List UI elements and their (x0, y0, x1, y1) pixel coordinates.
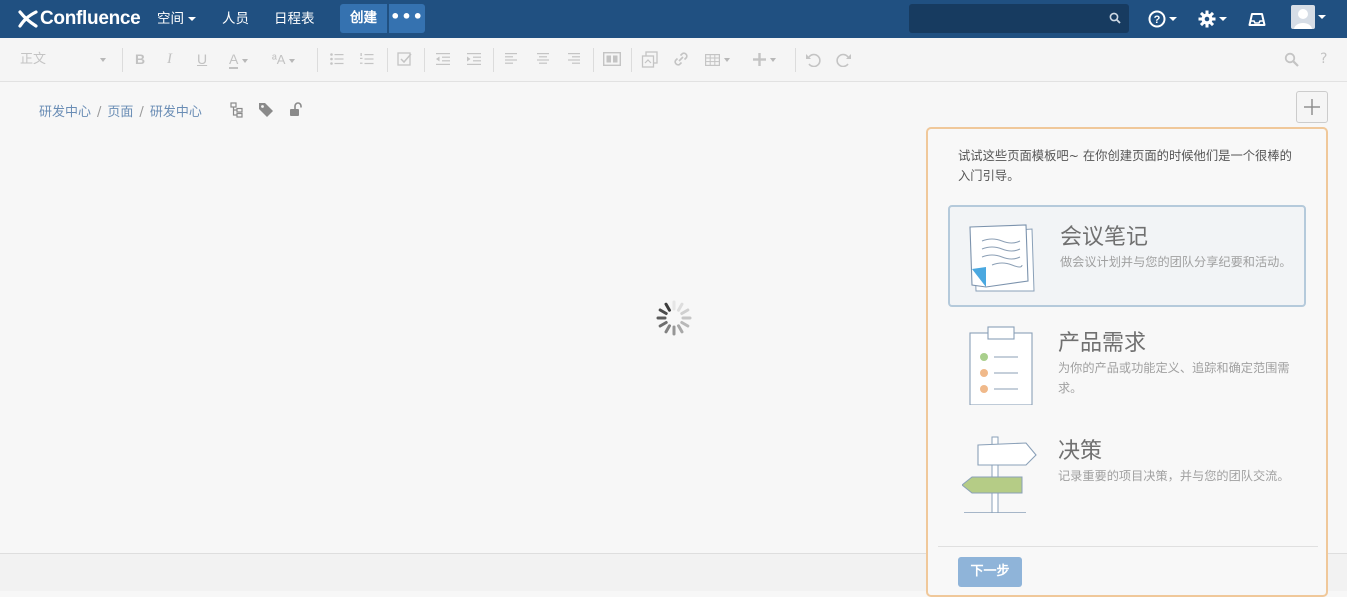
toolbar-divider (795, 48, 796, 72)
confluence-logo[interactable]: Confluence (18, 7, 141, 31)
insert-file-icon[interactable] (641, 51, 659, 68)
breadcrumb-separator: / (139, 105, 144, 120)
align-left-icon[interactable] (505, 53, 517, 64)
undo-icon[interactable] (805, 52, 821, 67)
link-icon[interactable] (672, 51, 690, 68)
toolbar-divider (631, 48, 632, 72)
table-icon (705, 53, 721, 66)
toolbar-divider (122, 48, 123, 72)
breadcrumb-parent-page[interactable]: 研发中心 (150, 105, 202, 120)
panel-intro-text: 试试这些页面模板吧~ 在你创建页面的时候他们是一个很棒的入门引导。 (958, 149, 1292, 183)
nav-calendar[interactable]: 日程表 (274, 0, 315, 38)
search-icon (1109, 12, 1121, 24)
template-title: 决策 (1058, 439, 1103, 464)
plus-icon (753, 53, 766, 66)
redo-icon[interactable] (836, 52, 852, 67)
italic-icon: I (167, 51, 172, 67)
breadcrumb: 研发中心 / 页面 / 研发中心 (39, 101, 202, 120)
gear-icon (1198, 10, 1216, 28)
chevron-down-icon (289, 58, 296, 63)
bold-button[interactable]: B (135, 38, 145, 81)
template-title: 会议笔记 (1060, 225, 1149, 250)
chevron-down-icon (1219, 17, 1227, 21)
top-navigation-bar: Confluence 空间 人员 日程表 创建 ••• ? (0, 0, 1347, 38)
insert-more-button[interactable] (753, 38, 776, 81)
toolbar-divider (493, 48, 494, 72)
text-color-button[interactable]: A (229, 38, 249, 81)
logo-text: Confluence (40, 8, 141, 29)
task-list-icon[interactable] (397, 51, 413, 67)
toolbar-divider (317, 48, 318, 72)
toolbar-divider (387, 48, 388, 72)
create-button[interactable]: 创建 (340, 4, 387, 33)
label-tag-icon[interactable] (258, 102, 274, 117)
page-layout-icon[interactable] (603, 52, 621, 66)
signpost-icon (962, 436, 1037, 513)
panel-divider (938, 546, 1318, 547)
loading-spinner-icon (656, 300, 692, 336)
meeting-notes-icon (969, 224, 1035, 292)
chevron-down-icon (188, 17, 196, 21)
chevron-down-icon (724, 57, 730, 62)
help-menu[interactable]: ? (1148, 8, 1177, 30)
confluence-logo-icon (18, 10, 38, 28)
underline-icon: U (197, 51, 208, 67)
outdent-icon[interactable] (436, 53, 450, 65)
template-decision[interactable]: 决策 记录重要的项目决策，并与您的团队交流。 (948, 421, 1306, 523)
search-input[interactable] (909, 4, 1129, 33)
template-title: 产品需求 (1058, 331, 1147, 356)
toolbar-divider (424, 48, 425, 72)
template-product-requirements[interactable]: 产品需求 为你的产品或功能定义、追踪和确定范围需求。 (948, 313, 1306, 415)
settings-menu[interactable] (1198, 8, 1227, 30)
paragraph-style-value: 正文 (20, 52, 47, 67)
more-formatting-button[interactable]: ªA (272, 38, 296, 81)
breadcrumb-pages[interactable]: 页面 (107, 105, 133, 120)
create-more-button[interactable]: ••• (389, 4, 425, 33)
indent-icon[interactable] (467, 53, 481, 65)
editor-toolbar: 正文 B I U A ªA ? (0, 38, 1347, 82)
underline-button[interactable]: U (197, 38, 207, 81)
paragraph-style-select[interactable]: 正文 (20, 38, 108, 81)
notifications-button[interactable] (1248, 8, 1266, 30)
next-step-button[interactable]: 下一步 (958, 557, 1022, 587)
text-color-icon: A (229, 51, 239, 69)
bullet-list-icon[interactable] (330, 53, 344, 65)
chevron-down-icon (1169, 17, 1177, 21)
breadcrumb-separator: / (97, 105, 102, 120)
chevron-down-icon (242, 58, 249, 63)
plus-icon (1304, 99, 1320, 115)
template-description: 为你的产品或功能定义、追踪和确定范围需求。 (1058, 361, 1290, 395)
toolbar-divider (593, 48, 594, 72)
add-template-button[interactable] (1296, 91, 1328, 123)
find-replace-icon[interactable] (1284, 52, 1299, 67)
insert-table-button[interactable] (705, 38, 730, 81)
bold-icon: B (135, 51, 146, 67)
svg-text:?: ? (1154, 14, 1161, 26)
chevron-down-icon (1318, 15, 1326, 19)
nav-people[interactable]: 人员 (222, 0, 249, 38)
template-meeting-notes[interactable]: 会议笔记 做会议计划并与您的团队分享纪要和活动。 (948, 205, 1306, 307)
nav-spaces[interactable]: 空间 (157, 0, 196, 38)
page-tree-icon[interactable] (230, 102, 244, 118)
numbered-list-icon[interactable] (360, 53, 374, 65)
template-description: 做会议计划并与您的团队分享纪要和活动。 (1060, 255, 1292, 269)
breadcrumb-space[interactable]: 研发中心 (39, 105, 91, 120)
unlock-icon[interactable] (289, 102, 303, 117)
italic-button[interactable]: I (167, 38, 172, 81)
more-formatting-icon: ªA (272, 52, 286, 67)
align-right-icon[interactable] (568, 53, 580, 64)
chevron-down-icon (100, 58, 106, 62)
editor-help-icon[interactable]: ? (1320, 38, 1327, 81)
inbox-icon (1248, 13, 1266, 26)
template-description: 记录重要的项目决策，并与您的团队交流。 (1058, 469, 1290, 483)
nav-spaces-label: 空间 (157, 11, 184, 27)
chevron-down-icon (770, 57, 776, 62)
clipboard-icon (969, 326, 1033, 405)
avatar (1291, 5, 1315, 29)
align-center-icon[interactable] (537, 53, 549, 64)
template-suggestions-panel: 试试这些页面模板吧~ 在你创建页面的时候他们是一个很棒的入门引导。 会议笔记 做… (926, 127, 1328, 597)
user-menu[interactable] (1291, 5, 1326, 29)
help-icon: ? (1148, 10, 1166, 28)
